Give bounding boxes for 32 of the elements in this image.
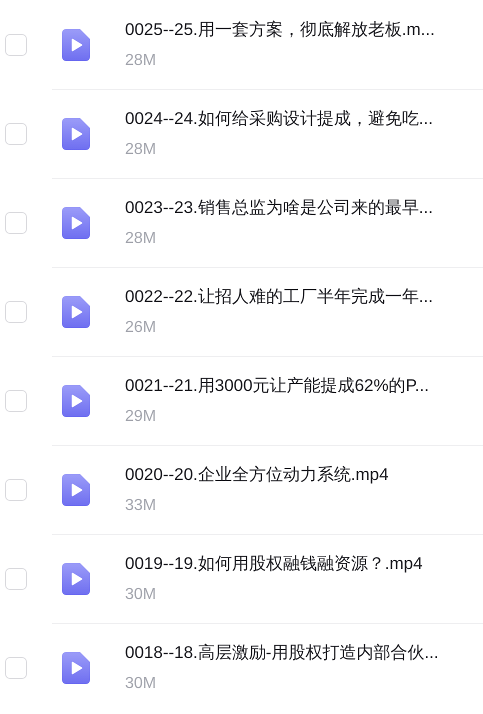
video-file-icon: [62, 474, 90, 506]
file-name: 0024--24.如何给采购设计提成，避免吃...: [125, 108, 433, 130]
checkbox[interactable]: [5, 122, 27, 144]
file-size: 28M: [125, 140, 158, 160]
file-size: 28M: [125, 50, 158, 70]
file-size: 33M: [125, 496, 158, 516]
checkbox[interactable]: [5, 478, 27, 500]
file-name: 0019--19.如何用股权融钱融资源？.mp4: [125, 552, 423, 574]
checkbox[interactable]: [5, 656, 27, 678]
file-name: 0021--21.用3000元让产能提成62%的P...: [125, 374, 429, 396]
video-file-icon: [62, 206, 90, 238]
file-name: 0022--22.让招人难的工厂半年完成一年...: [125, 286, 433, 308]
video-file-icon: [62, 652, 90, 684]
file-size: 30M: [125, 584, 158, 604]
video-file-icon: [62, 28, 90, 60]
file-name: 0025--25.用一套方案，彻底解放老板.m...: [125, 18, 435, 40]
file-name: 0023--23.销售总监为啥是公司来的最早...: [125, 196, 433, 218]
file-size: 30M: [125, 674, 158, 694]
file-size: 29M: [125, 406, 158, 426]
file-size: 28M: [125, 228, 158, 248]
checkbox[interactable]: [5, 300, 27, 322]
checkbox[interactable]: [5, 568, 27, 590]
file-name: 0020--20.企业全方位动力系统.mp4: [125, 464, 389, 486]
checkbox[interactable]: [5, 212, 27, 234]
file-name: 0018--18.高层激励-用股权打造内部合伙...: [125, 642, 439, 664]
checkbox[interactable]: [5, 390, 27, 412]
video-file-icon: [62, 384, 90, 416]
video-file-icon: [62, 296, 90, 328]
file-size: 26M: [125, 318, 158, 338]
video-file-icon: [62, 562, 90, 594]
checkbox[interactable]: [5, 34, 27, 56]
video-file-icon: [62, 118, 90, 150]
